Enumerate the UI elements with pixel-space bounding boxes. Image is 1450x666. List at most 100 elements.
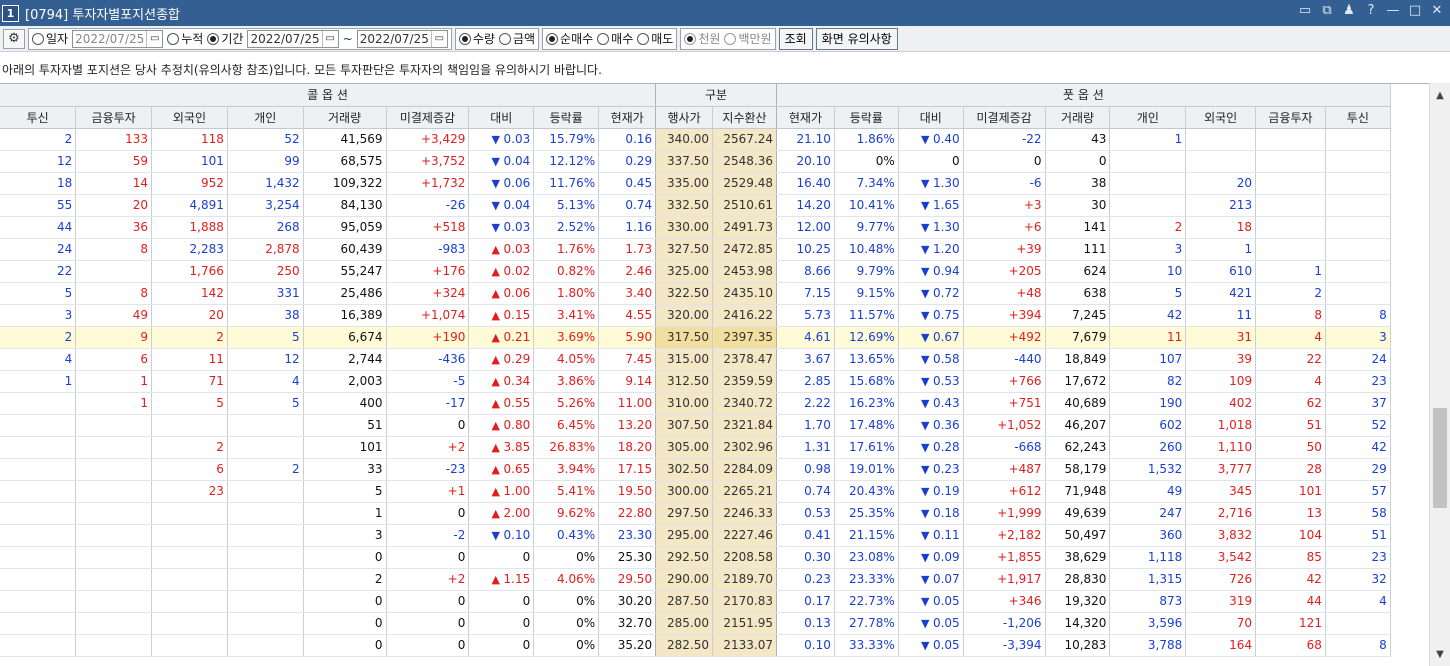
put-volume-cell: 28,830 bbox=[1045, 568, 1111, 591]
radio-net-buy[interactable]: 순매수 bbox=[546, 30, 593, 47]
currency-unit-group: 천원 백만원 bbox=[680, 27, 776, 50]
table-row[interactable]: 3 -2 ▼ 0.10 0.43% 23.30 295.00 2227.46 0.41 21.15… bbox=[0, 524, 1450, 547]
gear-icon[interactable]: ⚙ bbox=[3, 28, 25, 49]
calendar-icon[interactable]: ▭ bbox=[146, 30, 162, 47]
table-row[interactable]: 6 2 33 -23 ▲ 0.65 3.94% 17.15 302.50 2284.09 0.98 1… bbox=[0, 458, 1450, 481]
call-individual-cell: 4 bbox=[227, 370, 304, 393]
table-row[interactable]: 0 0 0 0% 25.30 292.50 2208.58 0.30 23.08% ▼ 0.09 +1… bbox=[0, 546, 1450, 569]
scroll-up-icon[interactable]: ▲ bbox=[1430, 85, 1450, 105]
help-icon[interactable]: ? bbox=[1362, 3, 1380, 18]
column-header[interactable]: 행사가 bbox=[655, 106, 714, 129]
day-date-field[interactable]: 2022/07/25 ▭ bbox=[72, 29, 164, 48]
table-row[interactable]: 24 8 2,283 2,878 60,439 -983 ▲ 0.03 1.76% 1.73 327… bbox=[0, 238, 1450, 261]
call-volume-cell: 68,575 bbox=[303, 150, 387, 173]
column-header[interactable]: 미결제증감 bbox=[963, 106, 1046, 129]
vertical-scrollbar[interactable]: ▲ ▼ bbox=[1429, 83, 1450, 666]
radio-amount[interactable]: 금액 bbox=[498, 30, 535, 47]
put-tusin-cell: 58 bbox=[1325, 502, 1391, 525]
radio-sell[interactable]: 매도 bbox=[637, 30, 673, 47]
put-financial-cell: 8 bbox=[1255, 304, 1326, 327]
call-tusin-cell: 12 bbox=[0, 150, 77, 173]
table-row[interactable]: 2 9 2 5 6,674 +190 ▲ 0.21 3.69% 5.90 317.50 2397.35… bbox=[0, 326, 1450, 349]
table-row[interactable]: 23 5 +1 ▲ 1.00 5.41% 19.50 300.00 2265.21 0.74 20.… bbox=[0, 480, 1450, 503]
table-row[interactable]: 12 59 101 99 68,575 +3,752 ▼ 0.04 12.12% 0.29 337.… bbox=[0, 150, 1450, 173]
put-diff-cell: ▼ 1.30 bbox=[898, 172, 964, 195]
column-header[interactable]: 투신 bbox=[1325, 106, 1391, 129]
table-row[interactable]: 1 5 5 400 -17 ▲ 0.55 5.26% 11.00 310.00 2340.72 2.2… bbox=[0, 392, 1450, 415]
put-individual-cell: 3,788 bbox=[1109, 634, 1187, 657]
call-foreign-cell bbox=[151, 568, 228, 591]
table-row[interactable]: 0 0 0 0% 30.20 287.50 2170.83 0.17 22.73% ▼ 0.05 +3… bbox=[0, 590, 1450, 613]
call-rate-cell: 9.62% bbox=[533, 502, 600, 525]
column-header[interactable]: 현재가 bbox=[598, 106, 657, 129]
put-price-cell: 0.98 bbox=[776, 458, 835, 481]
notice-button[interactable]: 화면 유의사항 bbox=[815, 27, 898, 50]
pin-icon[interactable]: ♟ bbox=[1340, 3, 1358, 18]
column-header[interactable]: 등락률 bbox=[533, 106, 600, 129]
column-header[interactable]: 투신 bbox=[0, 106, 77, 129]
column-header[interactable]: 외국인 bbox=[1185, 106, 1257, 129]
radio-quantity[interactable]: 수량 bbox=[458, 30, 495, 47]
column-header[interactable]: 대비 bbox=[898, 106, 964, 129]
column-header[interactable]: 현재가 bbox=[776, 106, 835, 129]
close-icon[interactable]: ✕ bbox=[1428, 3, 1446, 18]
restore-icon[interactable]: ▭ bbox=[1296, 3, 1314, 18]
call-tusin-cell: 22 bbox=[0, 260, 77, 283]
table-row[interactable]: 1 1 71 4 2,003 -5 ▲ 0.34 3.86% 9.14 312.50 2359.59 2… bbox=[0, 370, 1450, 393]
table-row[interactable]: 22 1,766 250 55,247 +176 ▲ 0.02 0.82% 2.46 325.00… bbox=[0, 260, 1450, 283]
call-individual-cell bbox=[227, 436, 304, 459]
query-button[interactable]: 조회 bbox=[778, 27, 813, 50]
radio-day[interactable]: 일자 bbox=[32, 30, 68, 47]
table-row[interactable]: 51 0 ▲ 0.80 6.45% 13.20 307.50 2321.84 1.70 17.48… bbox=[0, 414, 1450, 437]
column-header[interactable]: 등락률 bbox=[834, 106, 899, 129]
column-header[interactable]: 미결제증감 bbox=[386, 106, 470, 129]
table-row[interactable]: 5 8 142 331 25,486 +324 ▲ 0.06 1.80% 3.40 322.50 24… bbox=[0, 282, 1450, 305]
put-oi-change-cell: -1,206 bbox=[963, 612, 1046, 635]
call-tusin-cell: 4 bbox=[0, 348, 77, 371]
radio-buy[interactable]: 매수 bbox=[597, 30, 633, 47]
table-row[interactable]: 4 6 11 12 2,744 -436 ▲ 0.29 4.05% 7.45 315.00 2378.… bbox=[0, 348, 1450, 371]
column-header[interactable]: 금융투자 bbox=[75, 106, 153, 129]
put-price-cell: 0.53 bbox=[776, 502, 835, 525]
maximize-icon[interactable]: □ bbox=[1406, 3, 1424, 18]
disclaimer-text: 아래의 투자자별 포지션은 당사 추정치(유의사항 참조)입니다. 모든 투자판… bbox=[2, 63, 602, 77]
put-financial-cell: 13 bbox=[1255, 502, 1326, 525]
call-price-cell: 0.74 bbox=[598, 194, 657, 217]
table-row[interactable]: 2 101 +2 ▲ 3.85 26.83% 18.20 305.00 2302.96 1.31 1… bbox=[0, 436, 1450, 459]
table-row[interactable]: 3 49 20 38 16,389 +1,074 ▲ 0.15 3.41% 4.55 320.00 2… bbox=[0, 304, 1450, 327]
table-row[interactable]: 2 133 118 52 41,569 +3,429 ▼ 0.03 15.79% 0.16 340.… bbox=[0, 128, 1450, 151]
column-header[interactable]: 개인 bbox=[227, 106, 304, 129]
table-row[interactable]: 55 20 4,891 3,254 84,130 -26 ▼ 0.04 5.13% 0.74 332… bbox=[0, 194, 1450, 217]
radio-thousand-won[interactable]: 천원 bbox=[684, 30, 720, 47]
column-header[interactable]: 지수환산 bbox=[712, 106, 777, 129]
table-row[interactable]: 1 0 ▲ 2.00 9.62% 22.80 297.50 2246.33 0.53 25.35%… bbox=[0, 502, 1450, 525]
table-row[interactable]: 44 36 1,888 268 95,059 +518 ▼ 0.03 2.52% 1.16 330.… bbox=[0, 216, 1450, 239]
column-header[interactable]: 금융투자 bbox=[1255, 106, 1326, 129]
period-from-field[interactable]: 2022/07/25 ▭ bbox=[247, 29, 339, 48]
radio-cumulative[interactable]: 누적 bbox=[167, 30, 203, 47]
put-tusin-cell: 42 bbox=[1325, 436, 1391, 459]
table-row[interactable]: 0 0 0 0% 32.70 285.00 2151.95 0.13 27.78% ▼ 0.05 -1… bbox=[0, 612, 1450, 635]
copy-window-icon[interactable]: ⧉ bbox=[1318, 3, 1336, 18]
call-price-cell: 9.14 bbox=[598, 370, 657, 393]
column-header[interactable]: 거래량 bbox=[1045, 106, 1111, 129]
call-rate-cell: 6.45% bbox=[533, 414, 600, 437]
period-to-field[interactable]: 2022/07/25 ▭ bbox=[356, 29, 448, 48]
calendar-icon[interactable]: ▭ bbox=[430, 30, 447, 47]
column-header[interactable]: 개인 bbox=[1109, 106, 1187, 129]
scroll-down-icon[interactable]: ▼ bbox=[1430, 644, 1450, 664]
table-row[interactable]: 0 0 0 0% 35.20 282.50 2133.07 0.10 33.33% ▼ 0.05 -3… bbox=[0, 634, 1450, 657]
column-header[interactable]: 외국인 bbox=[151, 106, 228, 129]
radio-million-won[interactable]: 백만원 bbox=[724, 30, 772, 47]
index-equivalent-cell: 2491.73 bbox=[712, 216, 777, 239]
strike-price-cell: 292.50 bbox=[655, 546, 714, 569]
minimize-icon[interactable]: — bbox=[1384, 3, 1402, 18]
column-header[interactable]: 거래량 bbox=[303, 106, 387, 129]
radio-period[interactable]: 기간 bbox=[207, 30, 243, 47]
call-volume-cell: 0 bbox=[303, 546, 387, 569]
table-row[interactable]: 2 +2 ▲ 1.15 4.06% 29.50 290.00 2189.70 0.23 23.33… bbox=[0, 568, 1450, 591]
scroll-thumb[interactable] bbox=[1433, 408, 1447, 508]
column-header[interactable]: 대비 bbox=[468, 106, 535, 129]
calendar-icon[interactable]: ▭ bbox=[321, 30, 338, 47]
table-row[interactable]: 18 14 952 1,432 109,322 +1,732 ▼ 0.06 11.76% 0.45… bbox=[0, 172, 1450, 195]
